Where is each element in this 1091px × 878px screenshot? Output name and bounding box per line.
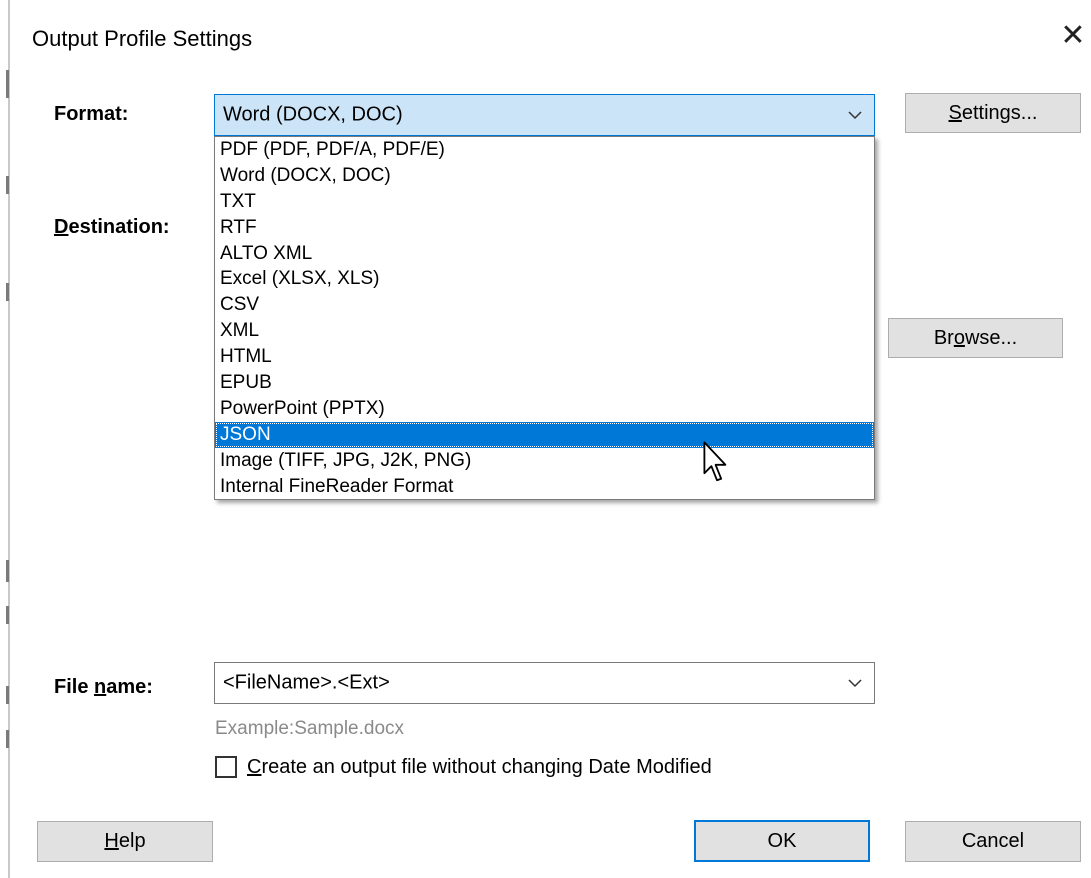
destination-mnemonic: D: [54, 216, 69, 238]
format-option[interactable]: PowerPoint (PPTX): [215, 396, 874, 422]
help-button[interactable]: Help: [37, 821, 213, 862]
file-name-example: Example:Sample.docx: [215, 718, 405, 739]
format-option[interactable]: Excel (XLSX, XLS): [215, 266, 874, 292]
browse-button[interactable]: Br o wse...: [888, 318, 1063, 358]
edge-mark: [6, 730, 9, 748]
edge-mark: [6, 686, 9, 704]
browse-mnemonic: o: [953, 326, 965, 349]
browse-label-pre: Br: [933, 326, 954, 349]
settings-button[interactable]: Settings...: [905, 93, 1081, 133]
format-option[interactable]: HTML: [215, 344, 874, 370]
format-option[interactable]: JSON: [215, 421, 874, 448]
preserve-date-checkbox[interactable]: [215, 756, 237, 778]
edge-mark: [6, 606, 9, 624]
format-select[interactable]: Word (DOCX, DOC): [214, 94, 875, 136]
help-label: elp: [118, 830, 146, 852]
file-name-label: File name:: [54, 676, 153, 699]
checkbox-mnemonic: C: [247, 755, 262, 778]
format-dropdown-list[interactable]: PDF (PDF, PDF/A, PDF/E) Word (DOCX, DOC) T…: [214, 136, 875, 500]
destination-label: Destination:: [54, 216, 170, 239]
close-icon[interactable]: ✕: [1058, 18, 1088, 54]
file-name-label-post: ame:: [106, 676, 153, 698]
format-option[interactable]: RTF: [215, 215, 874, 241]
file-name-label-pre: File: [54, 676, 95, 698]
file-name-combo[interactable]: <FileName>.<Ext>: [214, 662, 875, 704]
format-option[interactable]: Internal FineReader Format: [215, 474, 874, 500]
edge-mark: [6, 560, 9, 582]
output-profile-settings-dialog: Output Profile Settings ✕ Format: Word (…: [0, 0, 1091, 878]
browse-label-post: wse...: [964, 326, 1018, 349]
format-label: Format:: [54, 103, 129, 125]
checkbox-label-text: reate an output file without changing Da…: [261, 755, 712, 778]
settings-mnemonic: S: [948, 101, 962, 124]
format-option[interactable]: PDF (PDF, PDF/A, PDF/E): [215, 137, 874, 163]
help-mnemonic: H: [104, 830, 119, 852]
format-option[interactable]: Word (DOCX, DOC): [215, 163, 874, 189]
destination-label-text: estination:: [68, 216, 170, 238]
format-selected-value: Word (DOCX, DOC): [223, 103, 403, 126]
edge-mark: [6, 283, 9, 301]
dialog-title: Output Profile Settings: [32, 26, 253, 51]
format-option[interactable]: ALTO XML: [215, 241, 874, 267]
settings-label: ettings...: [961, 101, 1038, 124]
mouse-pointer-icon: [703, 441, 727, 482]
format-option[interactable]: Image (TIFF, JPG, J2K, PNG): [215, 448, 874, 474]
ok-button[interactable]: OK: [694, 820, 870, 862]
preserve-date-checkbox-row[interactable]: Create an output file without changing D…: [215, 753, 712, 781]
format-option[interactable]: EPUB: [215, 370, 874, 396]
format-option[interactable]: XML: [215, 318, 874, 344]
format-option[interactable]: TXT: [215, 189, 874, 215]
preserve-date-checkbox-label: Create an output file without changing D…: [247, 756, 712, 779]
chevron-down-icon[interactable]: [848, 108, 862, 122]
edge-mark: [6, 70, 9, 98]
file-name-value: <FileName>.<Ext>: [223, 671, 390, 694]
cancel-button[interactable]: Cancel: [905, 821, 1081, 862]
format-option[interactable]: CSV: [215, 292, 874, 318]
edge-mark: [6, 176, 9, 194]
file-name-mnemonic: n: [94, 676, 107, 698]
chevron-down-icon[interactable]: [848, 676, 862, 690]
